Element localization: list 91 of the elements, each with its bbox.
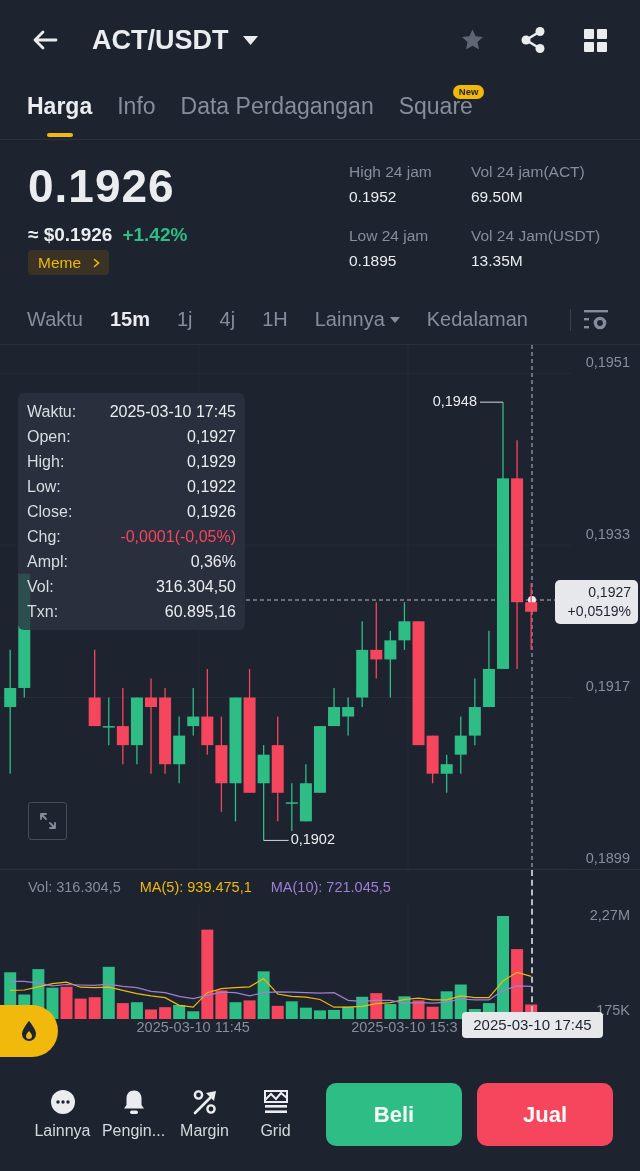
candle [173, 715, 186, 784]
tooltip-value: 60.895,16 [164, 602, 236, 621]
stat-label: Vol 24 Jam(USDT) [471, 226, 601, 246]
grid-icon[interactable] [584, 28, 607, 52]
toolbar-button[interactable]: Margin [169, 1089, 240, 1140]
legend-item: Vol: 316.304,5 [28, 879, 121, 895]
stat-label: Vol 24 jam(ACT) [471, 162, 586, 182]
chart-tab[interactable]: 15m [109, 308, 150, 331]
last-price: 0.1926 [28, 160, 176, 212]
volume-bar [145, 1009, 157, 1019]
volume-bar [130, 1002, 143, 1019]
volume-bar [159, 1007, 172, 1019]
tooltip-label: Open: [27, 427, 71, 446]
leader-line [263, 839, 290, 841]
tooltip-value: 316.304,50 [155, 577, 236, 596]
drop-icon [20, 1020, 38, 1042]
chevron-right-icon [93, 257, 101, 268]
floating-action-button[interactable] [0, 1005, 58, 1057]
crosshair-time-label: 2025-03-10 17:45 [462, 1012, 603, 1038]
candle [328, 687, 341, 727]
time-axis-label: 2025-03-10 15:3 [351, 1018, 458, 1035]
tooltip-value: 2025-03-10 17:45 [109, 402, 236, 421]
stat-value: 69.50M [471, 187, 524, 207]
candle [299, 763, 312, 822]
chart-tab[interactable]: Kedalaman [426, 308, 528, 331]
chart-tab[interactable]: 1j [176, 308, 193, 331]
expand-button[interactable] [28, 802, 67, 840]
category-tag[interactable]: Meme [28, 250, 110, 275]
chart-tab[interactable]: Lainnya [314, 308, 400, 331]
toolbar-button[interactable]: Grid [240, 1089, 311, 1140]
volume-axis-label: 2,27M [589, 906, 630, 923]
caret-icon [389, 316, 400, 323]
percent-arrow-icon [191, 1089, 218, 1115]
back-icon[interactable] [32, 30, 58, 50]
legend-item: MA(10): 721.045,5 [270, 879, 391, 895]
tooltip-value: 0,1929 [187, 452, 236, 471]
leader-line [479, 401, 504, 403]
low-price-label: 0,1902 [290, 831, 335, 848]
time-axis-label: 2025-03-10 11:45 [136, 1018, 250, 1035]
price-axis-label: 0,1951 [585, 354, 630, 371]
candle [313, 725, 326, 794]
legend-item: MA(5): 939.475,1 [139, 879, 252, 895]
caret-icon [242, 35, 258, 45]
tooltip-value: 0,1926 [187, 502, 236, 521]
tooltip-label: Close: [27, 502, 73, 521]
fiat-price: ≈ $0.1926 [28, 223, 113, 247]
chart-tab[interactable]: 4j [219, 308, 236, 331]
stat-value: 13.35M [471, 251, 524, 271]
tab[interactable]: Data Perdagangan [180, 80, 374, 139]
more-icon [49, 1089, 76, 1115]
crosshair-price: 0,1927 [588, 583, 631, 602]
tooltip-value: -0,0001(-0,05%) [120, 527, 236, 546]
volume-bar [313, 1010, 326, 1019]
candle [130, 696, 143, 765]
chart-tab[interactable]: 1H [262, 308, 288, 331]
price-change: +1.42% [122, 223, 188, 247]
tooltip-label: Low: [27, 477, 61, 496]
tooltip-value: 0,36% [190, 552, 236, 571]
share-icon[interactable] [521, 27, 545, 53]
tooltip-value: 0,1922 [187, 477, 236, 496]
sell-button[interactable]: Jual [477, 1083, 613, 1146]
price-axis-label: 0,1917 [585, 678, 630, 695]
pair-selector[interactable]: ACT/USDT [92, 24, 258, 56]
volume-bar [328, 1009, 341, 1019]
price-axis-label: 0,1899 [585, 849, 630, 866]
stat-value: 0.1952 [349, 187, 398, 207]
tooltip-label: Vol: [27, 577, 54, 596]
new-badge: New [452, 85, 485, 99]
candle [384, 630, 397, 699]
stat-value: 0.1895 [349, 251, 398, 271]
settings-icon[interactable] [584, 308, 608, 331]
candle [468, 677, 481, 746]
high-price-label: 0,1948 [432, 393, 477, 409]
expand-icon [37, 811, 58, 831]
star-icon[interactable] [460, 28, 485, 52]
toolbar-button[interactable]: Lainnya [27, 1089, 98, 1140]
chart-grid-icon [262, 1089, 289, 1115]
stat-label: Low 24 jam [349, 226, 430, 246]
tooltip-label: Txn: [27, 602, 59, 621]
stat-label: High 24 jam [349, 162, 433, 182]
toolbar-button[interactable]: Pengin... [98, 1089, 169, 1140]
tooltip-label: Waktu: [27, 402, 77, 421]
chart-tab[interactable]: Waktu [27, 308, 83, 331]
crosshair-change: +0,0519% [567, 602, 631, 621]
tooltip-value: 0,1927 [187, 427, 236, 446]
price-axis-label: 0,1933 [585, 525, 630, 542]
tooltip-label: Ampl: [27, 552, 68, 571]
tab[interactable]: Info [117, 80, 156, 139]
tab[interactable]: Harga [27, 80, 93, 139]
tooltip-label: Chg: [27, 527, 61, 546]
tooltip-label: High: [27, 452, 65, 471]
